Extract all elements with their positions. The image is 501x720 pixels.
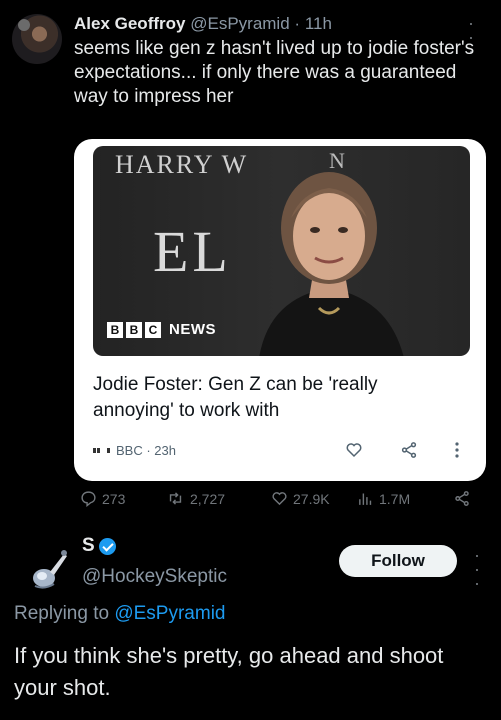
author-handle[interactable]: @EsPyramid [190, 14, 289, 33]
views-icon [359, 493, 372, 505]
reply-author-row: S [82, 535, 116, 557]
backdrop-text-top: HARRY W [115, 150, 249, 179]
share-action[interactable] [453, 490, 471, 507]
card-title[interactable]: Jodie Foster: Gen Z can be 'really annoy… [93, 372, 463, 424]
views-action[interactable]: 1.7M [357, 490, 410, 507]
like-count: 27.9K [293, 490, 330, 507]
replying-to: Replying to @EsPyramid [14, 603, 226, 625]
reply-author-name[interactable]: S [82, 535, 95, 557]
share-icon [455, 491, 469, 506]
like-action[interactable]: 27.9K [271, 490, 330, 507]
repost-count: 2,727 [190, 490, 226, 507]
views-count: 1.7M [379, 490, 411, 507]
card-heart-icon[interactable] [345, 441, 363, 459]
header-separator: · [294, 14, 301, 33]
tweet-time[interactable]: 11h [305, 14, 332, 33]
repost-action[interactable]: 2,727 [166, 490, 225, 507]
reply-more-options-icon[interactable]: · · · [472, 546, 482, 592]
follow-button[interactable]: Follow [339, 545, 457, 577]
tweet-header: Alex Geoffroy @EsPyramid · 11h [74, 13, 332, 35]
link-card[interactable]: HARRY W N EL B B C NEWS Jodie Foster: Ge… [74, 139, 486, 481]
signal-icon [93, 448, 110, 453]
replying-handle-link[interactable]: @EsPyramid [114, 603, 225, 624]
reply-action[interactable]: 273 [80, 490, 125, 507]
card-image[interactable]: HARRY W N EL B B C NEWS [93, 146, 470, 356]
portrait-photo [259, 172, 404, 356]
reply-avatar[interactable] [30, 546, 76, 592]
bbc-news-logo: B B C NEWS [107, 321, 216, 338]
author-avatar[interactable] [12, 14, 62, 64]
card-share-icon[interactable] [400, 441, 418, 459]
reply-author-handle[interactable]: @HockeySkeptic [82, 566, 227, 588]
repost-icon [169, 492, 182, 505]
tweet-text: seems like gen z hasn't lived up to jodi… [74, 38, 475, 107]
replying-prefix: Replying to [14, 603, 110, 624]
card-source-label: BBC · 23h [116, 443, 176, 458]
verified-badge-icon [98, 537, 116, 555]
card-source: BBC · 23h [93, 443, 176, 458]
backdrop-text-mid: EL [153, 219, 232, 284]
reply-text: If you think she's pretty, go ahead and … [14, 643, 444, 700]
card-more-icon[interactable] [454, 441, 460, 459]
author-name[interactable]: Alex Geoffroy [74, 14, 185, 33]
like-icon [272, 492, 287, 506]
reply-count: 273 [102, 490, 126, 507]
reply-icon [81, 491, 96, 507]
